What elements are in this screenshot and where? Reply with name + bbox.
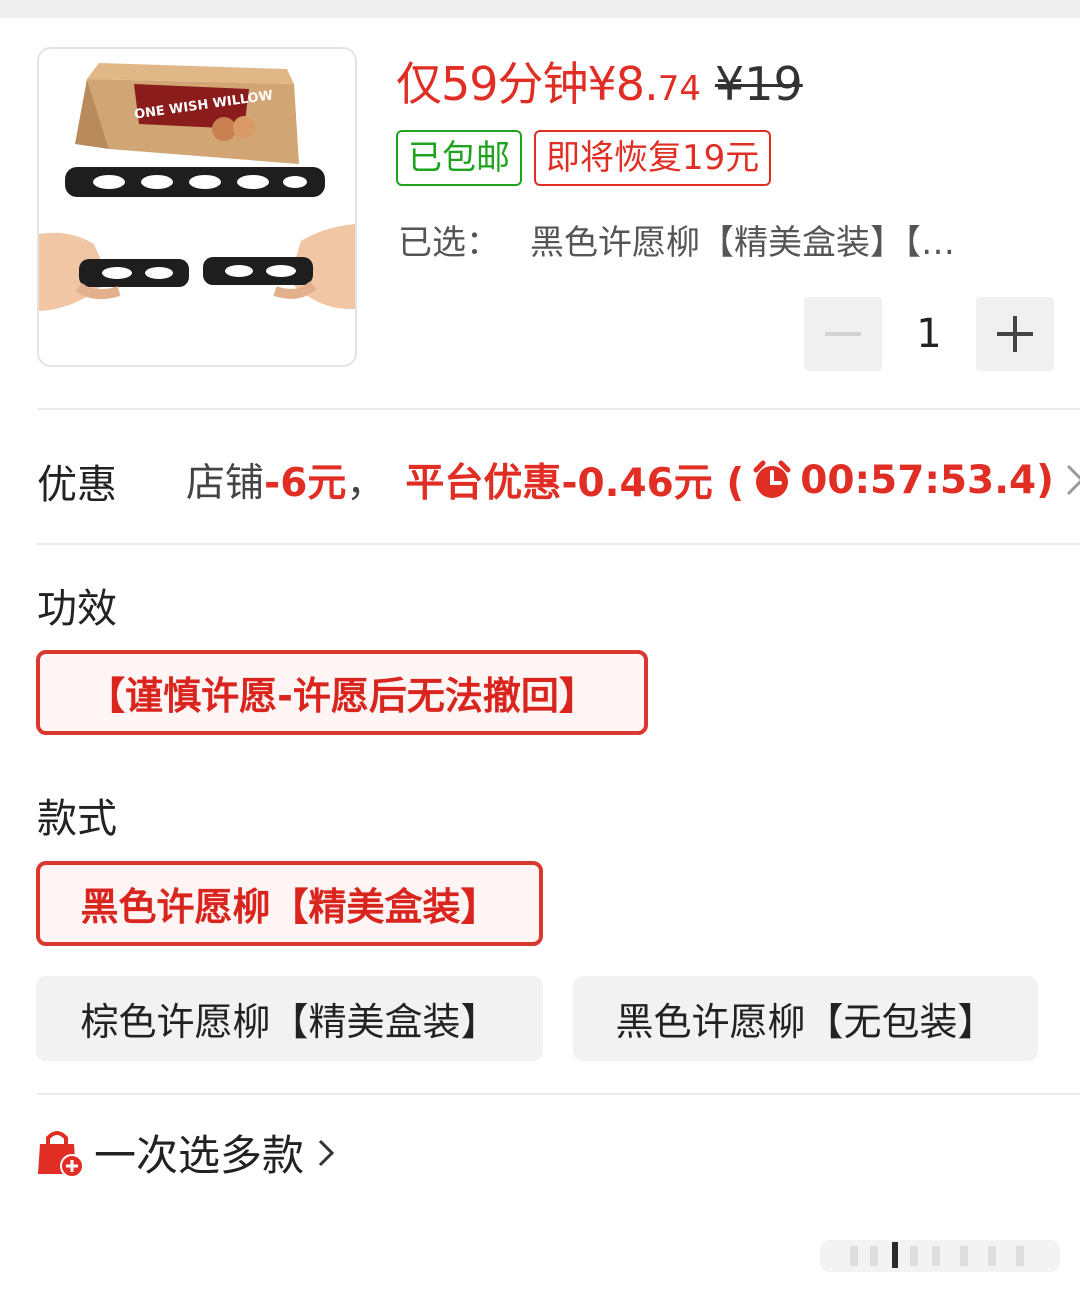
effect-option-selected[interactable]: 【谨慎许愿-许愿后无法撤回】 — [36, 650, 648, 735]
quantity-value[interactable]: 1 — [882, 311, 976, 357]
increase-button[interactable] — [976, 297, 1054, 371]
shopping-bag-plus-icon — [38, 1130, 84, 1178]
price-restore-badge: 即将恢复19元 — [534, 130, 772, 186]
price-cents: 74 — [657, 69, 701, 109]
shop-discount-amount: -6元 — [264, 461, 347, 506]
promo-label: 优惠 — [37, 462, 117, 508]
selected-spec: 已选： 黑色许愿柳【精美盒装】【… — [398, 215, 1048, 264]
selected-label: 已选： — [398, 223, 500, 263]
style-option-black-unboxed[interactable]: 黑色许愿柳【无包装】 — [573, 976, 1038, 1061]
decrease-button[interactable] — [804, 297, 882, 371]
plus-icon — [997, 316, 1033, 352]
selected-value: 黑色许愿柳【精美盒装】【… — [530, 223, 955, 263]
countdown-timer: 00:57:53.4) — [800, 457, 1054, 503]
product-tags: 已包邮 即将恢复19元 — [396, 130, 772, 186]
platform-discount: 平台优惠-0.46元 ( — [405, 461, 745, 506]
home-indicator — [820, 1240, 1060, 1272]
divider — [37, 408, 1080, 410]
effect-section-label: 功效 — [37, 586, 117, 632]
chevron-right-icon — [1066, 464, 1080, 496]
shop-discount-prefix: 店铺 — [186, 461, 265, 506]
style-section-label: 款式 — [37, 796, 117, 842]
quantity-stepper[interactable]: 1 — [804, 297, 1054, 371]
divider — [37, 1093, 1080, 1095]
promo-separator: ， — [346, 461, 386, 506]
original-price: ¥19 — [714, 57, 803, 111]
top-status-strip — [0, 0, 1080, 18]
alarm-clock-icon — [753, 460, 791, 498]
chevron-right-icon — [318, 1139, 335, 1166]
product-image[interactable]: ONE WISH WILLOW — [37, 47, 357, 367]
price-main: 仅59分钟¥8. — [396, 57, 659, 111]
multi-select-label: 一次选多款 — [94, 1131, 305, 1180]
multi-select-link[interactable]: 一次选多款 — [36, 1122, 338, 1183]
minus-icon — [825, 332, 861, 336]
promo-row[interactable]: 店铺 -6元 ， 平台优惠-0.46元 ( 00:57:53.4) — [186, 452, 1080, 508]
price-line: 仅59分钟¥8.74 ¥19 — [396, 48, 803, 114]
free-shipping-badge: 已包邮 — [396, 130, 522, 186]
style-option-black-boxed[interactable]: 黑色许愿柳【精美盒装】 — [36, 861, 543, 946]
divider — [37, 543, 1080, 545]
wish-willow-illustration: ONE WISH WILLOW — [39, 49, 355, 365]
style-option-brown-boxed[interactable]: 棕色许愿柳【精美盒装】 — [36, 976, 543, 1061]
